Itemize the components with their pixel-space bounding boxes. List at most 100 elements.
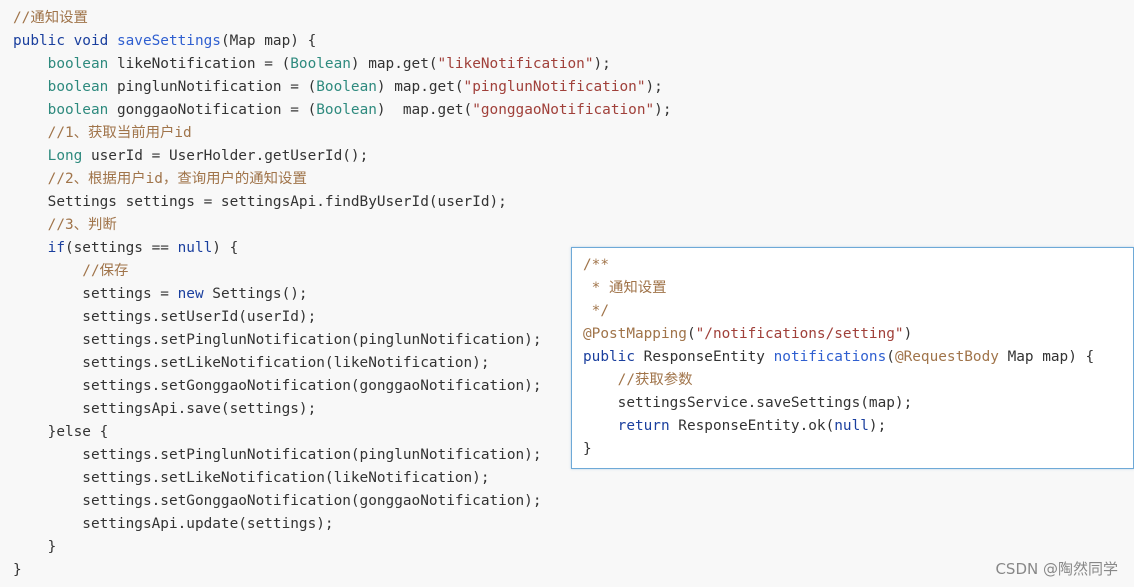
code-line: public void saveSettings(Map map) { xyxy=(13,30,316,53)
code-line: settings.setLikeNotification(likeNotific… xyxy=(13,467,490,490)
code-token: settingsService.saveSettings(map); xyxy=(583,395,913,411)
code-token: (settings == xyxy=(64,240,178,256)
code-line: //3、判断 xyxy=(13,214,117,237)
code-line: /** xyxy=(583,254,609,277)
code-token: likeNotification = ( xyxy=(116,56,291,72)
code-token: gonggaoNotification = ( xyxy=(116,102,317,118)
code-token: settings = xyxy=(13,286,178,302)
code-token: /** xyxy=(583,257,609,273)
code-token: //通知设置 xyxy=(13,10,88,26)
code-token: boolean xyxy=(13,79,117,95)
code-token: boolean xyxy=(13,102,117,118)
code-token: notifications xyxy=(773,349,887,365)
code-token: //保存 xyxy=(13,263,129,279)
code-line: settings.setGonggaoNotification(gonggaoN… xyxy=(13,490,542,513)
code-token: @PostMapping xyxy=(583,326,687,342)
code-token: ); xyxy=(593,56,611,72)
code-line: settings.setPinglunNotification(pinglunN… xyxy=(13,329,542,352)
code-line: } xyxy=(583,438,592,461)
code-token: "pinglunNotification" xyxy=(463,79,646,95)
code-token: ) map.get( xyxy=(376,102,473,118)
code-token: "likeNotification" xyxy=(437,56,594,72)
code-token: if xyxy=(47,240,65,256)
code-token: ( xyxy=(686,326,696,342)
code-token: public void xyxy=(13,33,117,49)
code-token: ); xyxy=(654,102,672,118)
code-line: */ xyxy=(583,300,609,323)
code-token: } xyxy=(13,539,57,555)
code-token: null xyxy=(177,240,213,256)
code-line: * 通知设置 xyxy=(583,277,667,300)
code-line: boolean pinglunNotification = (Boolean) … xyxy=(13,76,663,99)
code-token: Map map) { xyxy=(998,349,1095,365)
code-token: settings.setLikeNotification(likeNotific… xyxy=(13,355,490,371)
code-token: Settings(); xyxy=(203,286,308,302)
code-token: settingsApi.update(settings); xyxy=(13,516,334,532)
code-token: //3、判断 xyxy=(13,217,117,233)
code-token: (Map map) { xyxy=(220,33,317,49)
code-token: settings.setGonggaoNotification(gonggaoN… xyxy=(13,378,542,394)
code-token: ResponseEntity.ok( xyxy=(669,418,835,434)
code-token: ) { xyxy=(212,240,239,256)
code-line: settings.setGonggaoNotification(gonggaoN… xyxy=(13,375,542,398)
code-token: Boolean xyxy=(290,56,351,72)
code-token: settings.setGonggaoNotification(gonggaoN… xyxy=(13,493,542,509)
code-token: */ xyxy=(583,303,609,319)
code-token: Boolean xyxy=(316,79,377,95)
code-token: boolean xyxy=(13,56,117,72)
code-token: } xyxy=(583,441,592,457)
code-token: } xyxy=(13,562,22,578)
code-line: boolean gonggaoNotification = (Boolean) … xyxy=(13,99,672,122)
code-line: //获取参数 xyxy=(583,369,693,392)
code-token: ); xyxy=(645,79,663,95)
code-line: Long userId = UserHolder.getUserId(); xyxy=(13,145,369,168)
code-line: settings.setLikeNotification(likeNotific… xyxy=(13,352,490,375)
code-token: settings.setPinglunNotification(pinglunN… xyxy=(13,447,542,463)
code-line: settings.setUserId(userId); xyxy=(13,306,316,329)
code-token: ) map.get( xyxy=(376,79,464,95)
code-token: "/notifications/setting" xyxy=(695,326,904,342)
code-line: public ResponseEntity notifications(@Req… xyxy=(583,346,1094,369)
code-token: //获取参数 xyxy=(583,372,693,388)
code-token: ResponseEntity xyxy=(643,349,774,365)
code-line: return ResponseEntity.ok(null); xyxy=(583,415,887,438)
code-token: Long xyxy=(13,148,91,164)
popup-code-block: /** * 通知设置 */ @PostMapping("/notification… xyxy=(571,247,1134,469)
code-line: //保存 xyxy=(13,260,128,283)
code-token: public xyxy=(583,349,644,365)
code-token: settings.setPinglunNotification(pinglunN… xyxy=(13,332,542,348)
code-line: boolean likeNotification = (Boolean) map… xyxy=(13,53,611,76)
code-token: "gonggaoNotification" xyxy=(472,102,655,118)
code-token: saveSettings xyxy=(116,33,221,49)
code-token: settings.setLikeNotification(likeNotific… xyxy=(13,470,490,486)
code-token: }else { xyxy=(13,424,109,440)
code-token: ) xyxy=(903,326,913,342)
code-line: }else { xyxy=(13,421,109,444)
code-token: userId = UserHolder.getUserId(); xyxy=(90,148,369,164)
code-token: settingsApi.save(settings); xyxy=(13,401,317,417)
code-token: pinglunNotification = ( xyxy=(116,79,317,95)
csdn-watermark: CSDN @陶然同学 xyxy=(995,560,1118,578)
code-line: Settings settings = settingsApi.findByUs… xyxy=(13,191,507,214)
code-token: ); xyxy=(868,418,887,434)
code-line: settingsApi.save(settings); xyxy=(13,398,316,421)
code-token: return xyxy=(617,418,670,434)
code-line: settings.setPinglunNotification(pinglunN… xyxy=(13,444,542,467)
code-line: settingsService.saveSettings(map); xyxy=(583,392,913,415)
code-token: Boolean xyxy=(316,102,377,118)
code-line: //通知设置 xyxy=(13,7,88,30)
code-token: * 通知设置 xyxy=(583,280,667,296)
code-token: new xyxy=(177,286,204,302)
code-token: Settings settings = settingsApi.findByUs… xyxy=(13,194,507,210)
code-token: @RequestBody xyxy=(894,349,999,365)
code-line: } xyxy=(13,536,57,559)
code-token: null xyxy=(834,418,869,434)
code-token: //1、获取当前用户id xyxy=(13,125,192,141)
code-line: //2、根据用户id，查询用户的通知设置 xyxy=(13,168,307,191)
code-line: if(settings == null) { xyxy=(13,237,239,260)
code-line: //1、获取当前用户id xyxy=(13,122,192,145)
code-line: @PostMapping("/notifications/setting") xyxy=(583,323,912,346)
code-line: } xyxy=(13,559,22,582)
code-line: settingsApi.update(settings); xyxy=(13,513,334,536)
